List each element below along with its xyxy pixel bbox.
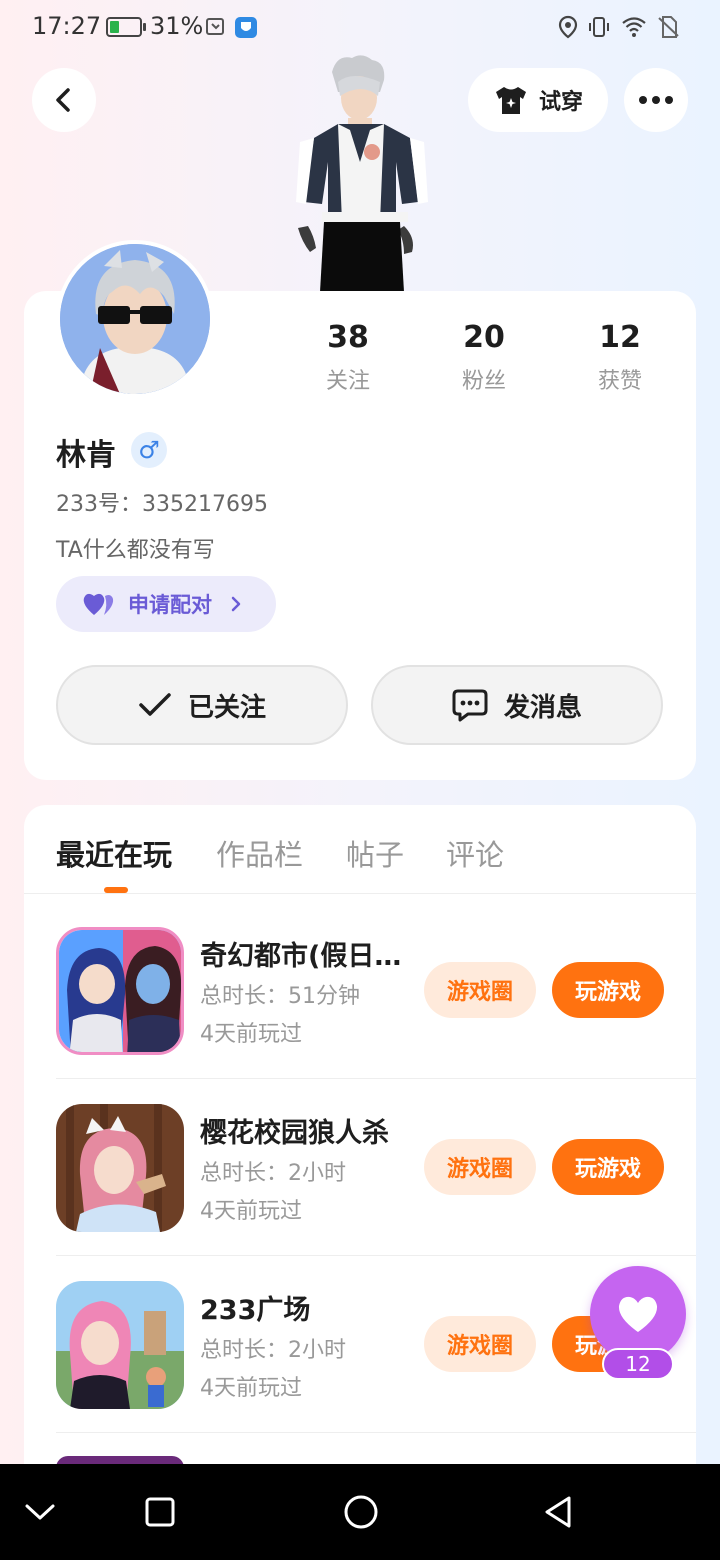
no-sim-icon (658, 16, 679, 38)
check-icon (139, 693, 171, 716)
following-count: 38 (327, 320, 369, 355)
stat-fans[interactable]: 20 粉丝 (424, 320, 544, 395)
stat-following[interactable]: 38 关注 (288, 320, 408, 395)
likes-count: 12 (599, 320, 641, 355)
status-time: 17:27 (32, 12, 102, 40)
user-bio: TA什么都没有写 (56, 538, 215, 563)
game-circle-button[interactable]: 游戏圈 (424, 1139, 536, 1195)
send-message-label: 发消息 (503, 692, 582, 723)
game-last-played: 4天前玩过 (200, 1199, 302, 1224)
play-game-button[interactable]: 玩游戏 (552, 1139, 664, 1195)
game-row[interactable]: 奇幻都市(假日… 总时长：51分钟 4天前玩过 游戏圈 玩游戏 (24, 902, 696, 1079)
fans-label: 粉丝 (461, 369, 506, 394)
game-thumbnail-image (59, 929, 181, 1052)
game-icon-fantasy-city[interactable] (56, 926, 184, 1055)
game-icon-sakura-werewolf[interactable] (56, 1103, 184, 1232)
chevron-left-icon (56, 88, 70, 112)
followed-button[interactable]: 已关注 (56, 665, 348, 745)
game-duration: 总时长：2小时 (200, 1338, 346, 1363)
chevron-right-icon (231, 596, 241, 612)
triangle-back-icon (545, 1496, 571, 1528)
try-on-button[interactable]: 试穿 (468, 68, 608, 132)
like-count-badge: 12 (602, 1348, 674, 1380)
try-on-label: 试穿 (538, 90, 583, 115)
tab-works[interactable]: 作品栏 (216, 832, 303, 874)
pair-request-label: 申请配对 (128, 593, 212, 617)
user-name: 林肯 (56, 438, 116, 473)
male-icon: ♂ (138, 436, 160, 464)
user-id: 233号：335217695 (56, 492, 268, 517)
game-circle-button[interactable]: 游戏圈 (424, 962, 536, 1018)
fans-count: 20 (463, 320, 505, 355)
chevron-down-icon (25, 1504, 55, 1520)
square-icon (145, 1497, 175, 1527)
game-icon-233-plaza[interactable] (56, 1280, 184, 1409)
play-game-button[interactable]: 玩游戏 (552, 962, 664, 1018)
game-row[interactable]: 樱花校园狼人杀 总时长：2小时 4天前玩过 游戏圈 玩游戏 (24, 1079, 696, 1256)
circle-home-icon (344, 1495, 378, 1529)
tab-recent-play[interactable]: 最近在玩 (56, 832, 172, 874)
followed-label: 已关注 (187, 692, 266, 723)
game-thumbnail-image (56, 1103, 184, 1232)
likes-label: 获赞 (597, 369, 642, 394)
pair-request-button[interactable]: 申请配对 (56, 576, 276, 632)
row-divider (56, 1432, 696, 1433)
vibrate-icon (589, 17, 609, 37)
status-bar: 17:27 31% (0, 0, 720, 56)
nav-recents-button[interactable] (136, 1488, 184, 1536)
shirt-icon (495, 87, 526, 114)
double-heart-icon (83, 593, 114, 615)
game-circle-button[interactable]: 游戏圈 (424, 1316, 536, 1372)
more-dots-icon (639, 96, 673, 104)
game-title: 奇幻都市(假日… (200, 941, 402, 972)
game-duration: 总时长：2小时 (200, 1161, 346, 1186)
battery-icon (106, 17, 146, 37)
tab-posts[interactable]: 帖子 (346, 832, 404, 874)
battery-percent: 31% (150, 12, 204, 40)
game-thumbnail-image (56, 1280, 184, 1409)
location-icon (558, 15, 578, 39)
game-last-played: 4天前玩过 (200, 1022, 302, 1047)
screenshot-icon (206, 18, 224, 35)
back-button[interactable] (32, 68, 96, 132)
tab-comments[interactable]: 评论 (446, 832, 504, 874)
game-duration: 总时长：51分钟 (200, 984, 360, 1009)
wifi-icon (622, 17, 646, 37)
avatar-figure-image (296, 55, 428, 292)
chat-bubble-icon (452, 689, 488, 722)
game-title: 233广场 (200, 1295, 311, 1326)
heart-icon (618, 1296, 658, 1332)
shield-app-icon (235, 17, 257, 38)
game-row[interactable]: 233广场 总时长：2小时 4天前玩过 游戏圈 玩游戏 (24, 1256, 696, 1433)
avatar-image (60, 244, 210, 394)
game-last-played: 4天前玩过 (200, 1376, 302, 1401)
nav-hide-button[interactable] (16, 1488, 64, 1536)
avatar[interactable] (56, 240, 214, 398)
nav-home-button[interactable] (337, 1488, 385, 1536)
send-message-button[interactable]: 发消息 (371, 665, 663, 745)
game-title: 樱花校园狼人杀 (200, 1118, 389, 1149)
tabs-divider (24, 893, 696, 894)
following-label: 关注 (325, 369, 370, 394)
system-nav-bar (0, 1464, 720, 1560)
nav-back-button[interactable] (534, 1488, 582, 1536)
more-button[interactable] (624, 68, 688, 132)
gender-badge: ♂ (131, 432, 167, 468)
stat-likes[interactable]: 12 获赞 (560, 320, 680, 395)
